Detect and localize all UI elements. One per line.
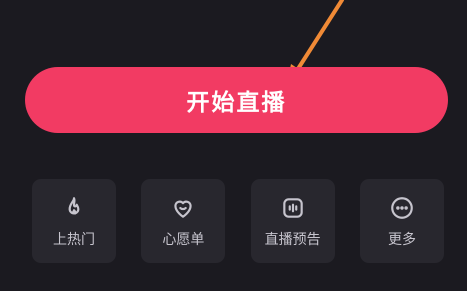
start-live-button[interactable]: 开始直播 bbox=[25, 67, 448, 133]
tile-hot-label: 上热门 bbox=[53, 232, 95, 248]
start-live-label: 开始直播 bbox=[186, 90, 287, 116]
flame-icon bbox=[59, 193, 89, 223]
tile-live-preview[interactable]: 直播预告 bbox=[250, 179, 335, 263]
live-preview-icon bbox=[278, 193, 308, 223]
quick-actions: 上热门 心愿单 直播预告 更多 bbox=[32, 179, 444, 263]
tile-live-preview-label: 直播预告 bbox=[264, 232, 321, 248]
tile-more[interactable]: 更多 bbox=[359, 179, 444, 263]
heart-smile-icon bbox=[168, 193, 198, 223]
live-start-panel: 开始直播 上热门 心愿单 直播预告 更多 bbox=[0, 0, 467, 291]
tile-wishlist[interactable]: 心愿单 bbox=[141, 179, 226, 263]
tile-wishlist-label: 心愿单 bbox=[162, 232, 205, 248]
tile-more-label: 更多 bbox=[387, 232, 416, 248]
tile-hot[interactable]: 上热门 bbox=[32, 179, 116, 263]
more-dots-icon bbox=[387, 193, 417, 223]
